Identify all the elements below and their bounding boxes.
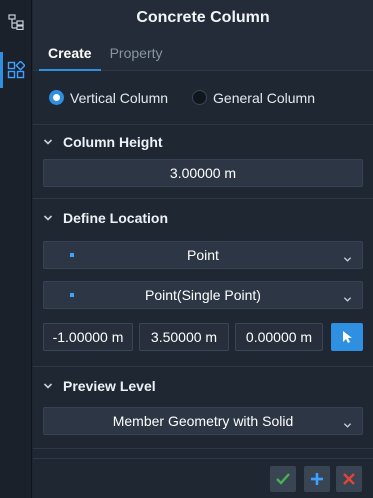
x-coordinate-input[interactable]: -1.00000 m xyxy=(43,323,133,351)
add-button[interactable] xyxy=(304,466,330,492)
concrete-column-panel: Concrete Column Create Property Vertical… xyxy=(33,0,373,498)
pick-point-button[interactable] xyxy=(331,323,363,351)
components-icon xyxy=(7,61,25,79)
components-button[interactable] xyxy=(0,52,32,88)
side-rail xyxy=(0,0,32,498)
coordinate-row: -1.00000 m 3.50000 m 0.00000 m xyxy=(43,322,363,352)
vertical-column-radio[interactable]: Vertical Column xyxy=(49,90,168,106)
z-coordinate-input[interactable]: 0.00000 m xyxy=(235,323,323,351)
tab-create[interactable]: Create xyxy=(39,35,101,71)
radio-unselected-indicator xyxy=(192,90,208,105)
check-icon xyxy=(276,473,290,485)
bullet-icon xyxy=(70,253,74,257)
cancel-button[interactable] xyxy=(336,466,362,492)
vertical-column-label: Vertical Column xyxy=(70,89,169,106)
chevron-down-icon xyxy=(343,251,352,267)
chevron-down-icon xyxy=(343,291,352,307)
y-coordinate-input[interactable]: 3.50000 m xyxy=(139,323,229,351)
cursor-arrow-icon xyxy=(343,331,352,343)
tree-view-button[interactable] xyxy=(0,4,32,40)
tree-view-icon xyxy=(8,14,24,30)
panel-title: Concrete Column xyxy=(33,0,373,36)
plus-icon xyxy=(311,473,323,485)
location-mode-dropdown[interactable]: Point xyxy=(43,241,363,269)
chevron-down-icon xyxy=(343,417,352,433)
column-height-section: Column Height 3.00000 m xyxy=(33,125,373,199)
define-location-header[interactable]: Define Location xyxy=(33,201,373,235)
radio-selected-indicator xyxy=(49,90,64,105)
chevron-down-icon xyxy=(43,213,53,223)
column-height-header[interactable]: Column Height xyxy=(33,125,373,159)
chevron-down-icon xyxy=(43,137,53,147)
general-column-label: General Column xyxy=(213,89,315,106)
tab-property[interactable]: Property xyxy=(101,35,172,70)
define-location-section: Define Location Point Point(Single Point… xyxy=(33,201,373,367)
chevron-down-icon xyxy=(43,381,53,391)
action-footer xyxy=(33,458,373,498)
general-column-radio[interactable]: General Column xyxy=(192,90,315,106)
bullet-icon xyxy=(70,293,74,297)
tab-bar: Create Property xyxy=(33,36,373,71)
preview-level-dropdown[interactable]: Member Geometry with Solid xyxy=(43,407,363,435)
column-type-group: Vertical Column General Column xyxy=(33,71,373,125)
column-height-input[interactable]: 3.00000 m xyxy=(43,159,363,187)
preview-level-section: Preview Level Member Geometry with Solid xyxy=(33,369,373,449)
location-mode-value: Point xyxy=(187,247,219,263)
point-type-value: Point(Single Point) xyxy=(145,287,261,303)
preview-level-value: Member Geometry with Solid xyxy=(112,413,294,429)
define-location-title: Define Location xyxy=(63,210,169,226)
preview-level-title: Preview Level xyxy=(63,378,156,394)
point-type-dropdown[interactable]: Point(Single Point) xyxy=(43,281,363,309)
column-height-title: Column Height xyxy=(63,134,163,150)
confirm-button[interactable] xyxy=(270,466,296,492)
preview-level-header[interactable]: Preview Level xyxy=(33,369,373,403)
close-icon xyxy=(343,473,355,485)
